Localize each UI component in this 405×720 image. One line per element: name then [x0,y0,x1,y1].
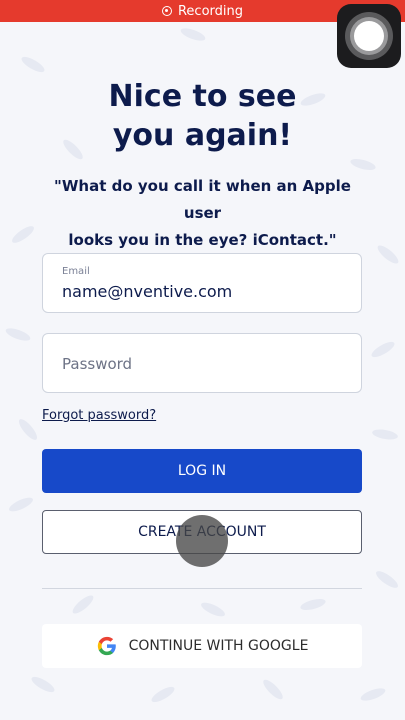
password-placeholder: Password [62,355,133,373]
touch-indicator [176,515,228,567]
joke-line-2: looks you in the eye? iContact." [68,231,337,249]
password-field[interactable]: Password [42,333,362,393]
google-icon [97,636,116,656]
joke-text: "What do you call it when an Apple user … [40,173,365,254]
title-line-2: you again! [112,118,293,153]
email-label: Email [62,266,90,277]
joke-line-1: "What do you call it when an Apple user [54,177,351,222]
recording-label: Recording [177,3,244,19]
google-button-label: CONTINUE WITH GOOGLE [128,638,309,654]
page-title: Nice to see you again! [0,77,405,155]
login-button[interactable]: LOG IN [42,449,362,493]
recording-icon [161,6,172,16]
divider [42,588,362,589]
email-value[interactable]: name@nventive.com [62,282,232,301]
assistive-touch-button[interactable] [337,4,401,68]
google-signin-button[interactable]: CONTINUE WITH GOOGLE [42,624,362,668]
assistive-touch-icon [345,12,393,60]
email-field[interactable]: Email name@nventive.com [42,253,362,313]
forgot-password-link[interactable]: Forgot password? [42,408,156,423]
title-line-1: Nice to see [108,79,297,114]
